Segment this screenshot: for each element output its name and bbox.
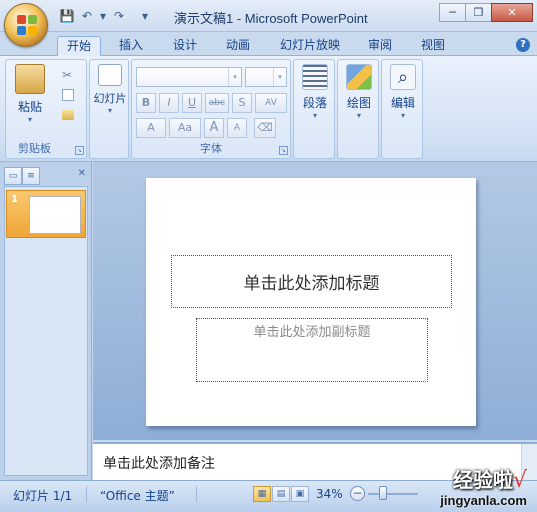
tab-insert[interactable]: 插入	[110, 36, 152, 56]
font-size-select[interactable]: ▾	[245, 67, 287, 87]
slides-group: 幻灯片 ▾	[89, 59, 129, 159]
new-slide-button[interactable]: 幻灯片 ▾	[91, 64, 129, 115]
ribbon-tabs: 开始 插入 设计 动画 幻灯片放映 审阅 视图 ?	[0, 32, 537, 57]
redo-icon[interactable]: ↷	[110, 7, 128, 25]
zoom-slider-thumb[interactable]	[379, 486, 387, 500]
clear-format-icon[interactable]: ⌫	[254, 118, 276, 138]
font-size-dropdown-icon: ▾	[273, 68, 286, 86]
slides-pane: ▭ ≡ ✕ 1	[0, 162, 92, 480]
change-case-button[interactable]: A	[136, 118, 166, 138]
shrink-font-button[interactable]: A	[227, 118, 247, 138]
font-color-button[interactable]: Aa	[169, 118, 201, 138]
status-divider	[196, 486, 197, 502]
ribbon: 粘贴 ▾ ✂ 剪贴板 ↘ 幻灯片 ▾ ▾ ▾ B I U abc S AV A …	[0, 56, 537, 162]
clipboard-group-label: 剪贴板	[18, 142, 51, 155]
font-launcher-icon[interactable]: ↘	[279, 146, 288, 155]
slide-editor: 单击此处添加标题 单击此处添加副标题	[93, 162, 537, 440]
undo-icon[interactable]: ↶	[78, 7, 96, 25]
slides-tab-icon[interactable]: ▭	[4, 167, 22, 185]
paste-button[interactable]: 粘贴 ▾	[12, 64, 48, 124]
slide-canvas[interactable]: 单击此处添加标题 单击此处添加副标题	[146, 178, 476, 426]
theme-name[interactable]: “Office 主题”	[100, 487, 175, 504]
char-spacing-button[interactable]: AV	[255, 93, 287, 113]
title-placeholder[interactable]: 单击此处添加标题	[171, 255, 452, 308]
editing-dropdown-icon[interactable]: ▾	[383, 111, 423, 120]
paragraph-group: 段落 ▾	[293, 59, 335, 159]
editing-group: ⌕ 编辑 ▾	[381, 59, 423, 159]
paste-label: 粘贴	[17, 100, 42, 114]
new-slide-dropdown-icon[interactable]: ▾	[91, 106, 129, 115]
font-name-dropdown-icon: ▾	[228, 68, 241, 86]
shadow-button[interactable]: S	[232, 93, 252, 113]
pane-tabs: ▭ ≡	[4, 167, 40, 185]
format-painter-icon[interactable]	[62, 110, 74, 120]
tab-view[interactable]: 视图	[412, 36, 454, 56]
paragraph-icon	[302, 64, 328, 90]
title-bar: 💾 ↶ ▾ ↷ ▾ 演示文稿1 - Microsoft PowerPoint ─…	[0, 0, 537, 47]
strikethrough-button[interactable]: abc	[205, 93, 229, 113]
tab-home[interactable]: 开始	[57, 36, 102, 57]
clipboard-group: 粘贴 ▾ ✂ 剪贴板 ↘	[5, 59, 87, 159]
slide-thumbnail[interactable]: 1	[6, 190, 86, 238]
tab-slideshow[interactable]: 幻灯片放映	[271, 36, 349, 56]
quick-access-toolbar: 💾 ↶ ▾ ↷ ▾	[58, 7, 154, 25]
zoom-level[interactable]: 34%	[316, 487, 343, 501]
outline-tab-icon[interactable]: ≡	[22, 167, 40, 185]
slideshow-view-icon[interactable]: ▣	[291, 486, 309, 502]
normal-view-icon[interactable]: ▦	[253, 486, 271, 502]
office-logo-icon	[17, 15, 37, 35]
notes-scrollbar[interactable]	[521, 444, 537, 482]
editing-button[interactable]: ⌕ 编辑 ▾	[383, 64, 423, 120]
restore-button[interactable]: ❐	[465, 3, 492, 22]
slide-number: 1	[11, 194, 18, 205]
font-group-label: 字体	[200, 142, 222, 155]
pane-close-icon[interactable]: ✕	[78, 168, 86, 179]
clipboard-icon	[15, 64, 45, 94]
font-group: ▾ ▾ B I U abc S AV A Aa A A ⌫ 字体 ↘	[131, 59, 291, 159]
new-slide-label: 幻灯片	[93, 92, 127, 105]
office-button[interactable]	[4, 3, 48, 47]
paragraph-button[interactable]: 段落 ▾	[295, 64, 335, 120]
drawing-button[interactable]: 绘图 ▾	[339, 64, 379, 120]
drawing-label: 绘图	[346, 96, 371, 110]
slide-thumbnail-image	[29, 196, 81, 234]
paragraph-dropdown-icon[interactable]: ▾	[295, 111, 335, 120]
cut-icon[interactable]: ✂	[62, 68, 72, 82]
italic-button[interactable]: I	[159, 93, 179, 113]
bold-button[interactable]: B	[136, 93, 156, 113]
window-title: 演示文稿1 - Microsoft PowerPoint	[174, 11, 368, 26]
subtitle-placeholder[interactable]: 单击此处添加副标题	[196, 318, 428, 382]
binoculars-icon: ⌕	[390, 64, 416, 90]
font-name-select[interactable]: ▾	[136, 67, 242, 87]
editing-label: 编辑	[390, 96, 415, 110]
minimize-button[interactable]: ─	[439, 3, 466, 22]
paragraph-label: 段落	[302, 96, 327, 110]
save-icon[interactable]: 💾	[58, 7, 76, 25]
tab-animations[interactable]: 动画	[217, 36, 259, 56]
new-slide-icon	[98, 64, 122, 86]
close-button[interactable]: ✕	[491, 3, 533, 22]
drawing-group: 绘图 ▾	[337, 59, 379, 159]
grow-font-button[interactable]: A	[204, 118, 224, 138]
shapes-icon	[346, 64, 372, 90]
zoom-slider[interactable]	[368, 493, 418, 495]
drawing-dropdown-icon[interactable]: ▾	[339, 111, 379, 120]
slide-sorter-icon[interactable]: ▤	[272, 486, 290, 502]
undo-dropdown-icon[interactable]: ▾	[98, 7, 108, 25]
slide-counter: 幻灯片 1/1	[13, 489, 73, 503]
copy-icon[interactable]	[62, 89, 74, 101]
underline-button[interactable]: U	[182, 93, 202, 113]
tab-review[interactable]: 审阅	[359, 36, 401, 56]
help-icon[interactable]: ?	[516, 38, 530, 52]
paste-dropdown-icon[interactable]: ▾	[12, 115, 48, 124]
zoom-out-icon[interactable]: −	[350, 486, 365, 501]
notes-placeholder[interactable]: 单击此处添加备注	[103, 453, 215, 473]
customize-toolbar-icon[interactable]: ▾	[136, 7, 154, 25]
status-bar: 幻灯片 1/1 “Office 主题” ▦ ▤ ▣ 34% −	[0, 480, 537, 512]
notes-pane[interactable]: 单击此处添加备注	[93, 442, 537, 482]
window-controls: ─ ❐ ✕	[439, 3, 533, 22]
clipboard-launcher-icon[interactable]: ↘	[75, 146, 84, 155]
status-divider	[86, 486, 87, 502]
tab-design[interactable]: 设计	[164, 36, 206, 56]
